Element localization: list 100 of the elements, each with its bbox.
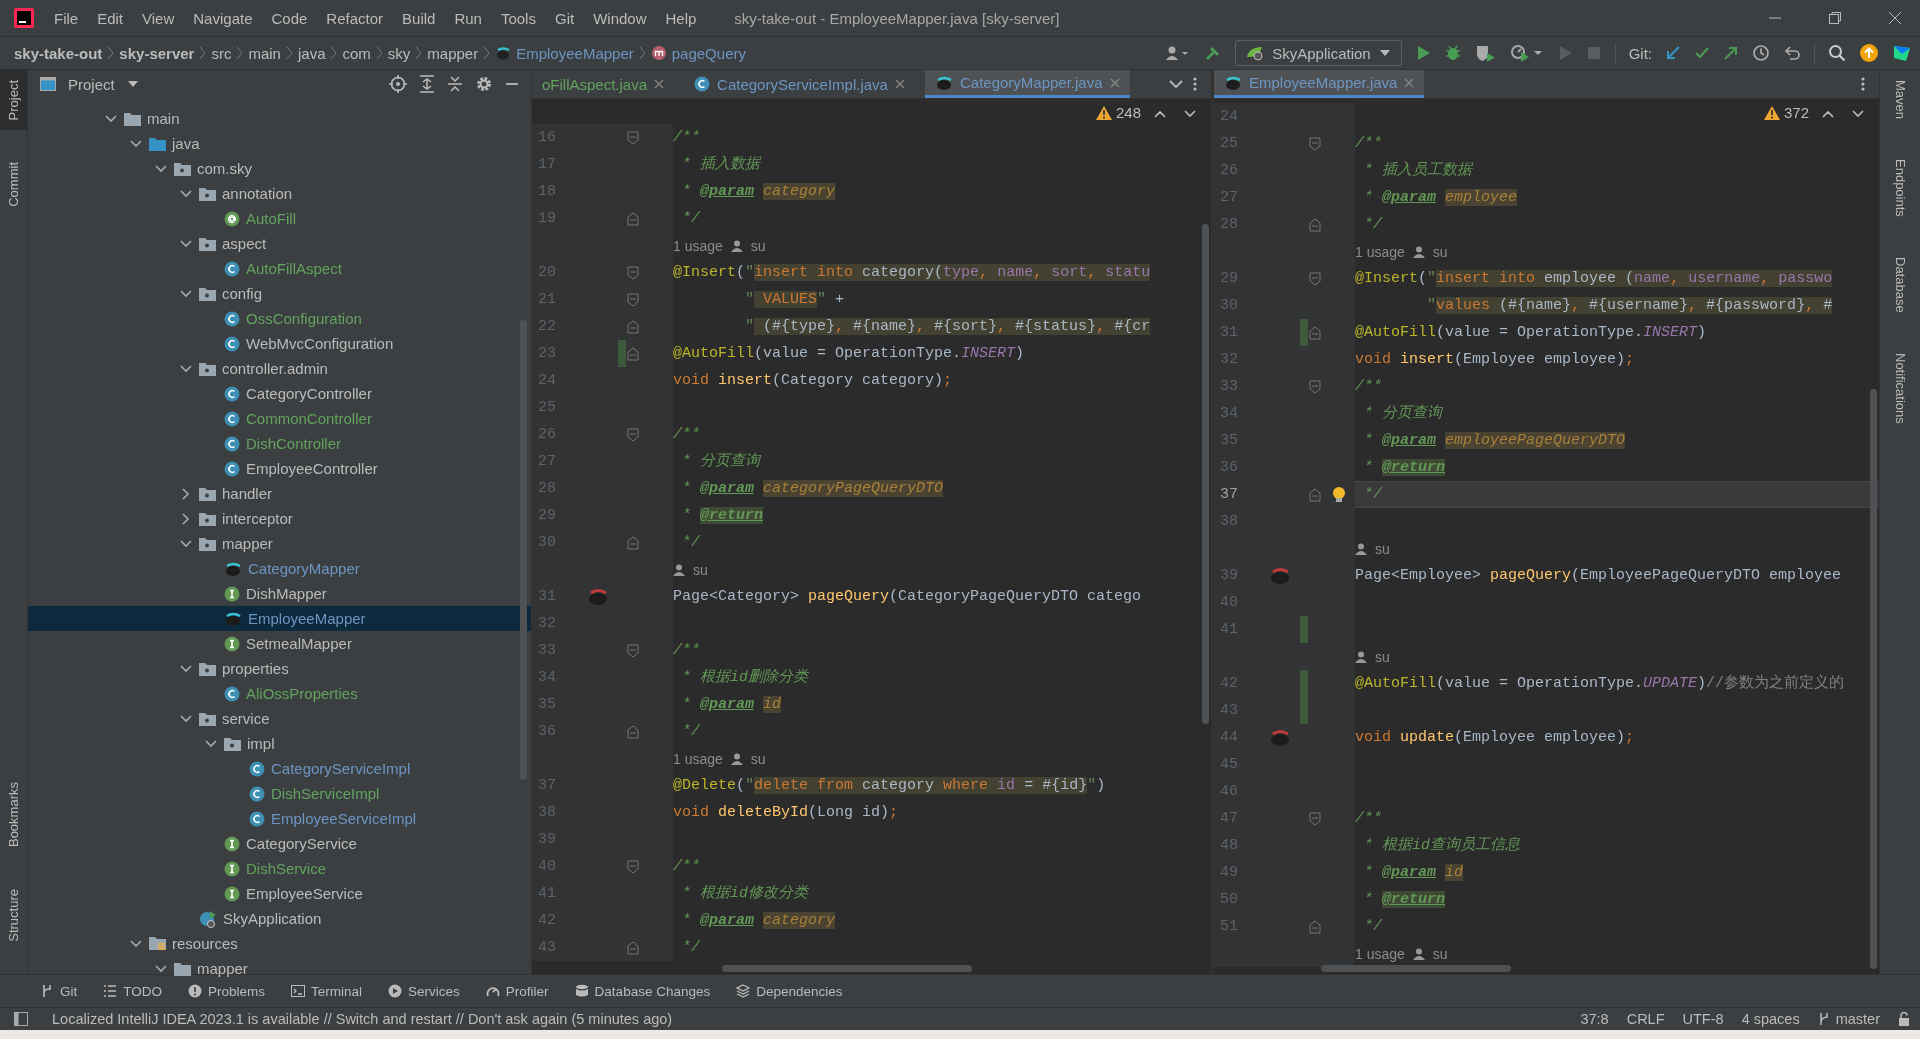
- fold-icon[interactable]: [627, 859, 639, 874]
- search-icon[interactable]: [1828, 44, 1846, 62]
- menu-item[interactable]: Tools: [500, 9, 536, 27]
- menu-item[interactable]: Git: [554, 9, 575, 27]
- navigate-arrows-icon[interactable]: [1821, 108, 1865, 120]
- tree-item[interactable]: DishServiceImpl: [28, 781, 531, 806]
- caret-position[interactable]: 37:8: [1580, 1011, 1609, 1027]
- fold-icon[interactable]: [1309, 379, 1321, 394]
- warnings-counter[interactable]: 372: [1763, 104, 1809, 121]
- usages-hint[interactable]: 1 usage: [1355, 945, 1405, 962]
- author-hint[interactable]: su: [1375, 648, 1390, 665]
- breadcrumb[interactable]: mapper: [427, 44, 479, 62]
- breadcrumb[interactable]: com: [342, 44, 371, 62]
- tree-item[interactable]: AliOssProperties: [28, 681, 531, 706]
- scrollbar-thumb[interactable]: [1870, 389, 1877, 969]
- menu-item[interactable]: Help: [665, 9, 697, 27]
- expand-all-icon[interactable]: [419, 75, 435, 93]
- menu-item[interactable]: View: [142, 9, 175, 27]
- unfold-icon[interactable]: [627, 211, 639, 226]
- tree-item[interactable]: CategoryController: [28, 381, 531, 406]
- collapse-all-icon[interactable]: [447, 75, 463, 93]
- tool-window-tab[interactable]: Project: [0, 70, 27, 131]
- breadcrumb[interactable]: java: [297, 44, 326, 62]
- git-branch[interactable]: master: [1835, 1011, 1880, 1027]
- chevron-down-icon[interactable]: [1169, 79, 1183, 89]
- tree-item[interactable]: SkyApplication: [28, 906, 531, 931]
- status-message[interactable]: Localized IntelliJ IDEA 2023.1 is available // Switch and restart // Don't ask again (5 minutes ago): [52, 1011, 673, 1027]
- update-arrow-icon[interactable]: [1665, 45, 1681, 61]
- tree-item[interactable]: EmployeeServiceImpl: [28, 806, 531, 831]
- toolbox-logo-icon[interactable]: [1892, 43, 1912, 63]
- tool-window-button[interactable]: Services: [388, 983, 460, 999]
- coverage-icon[interactable]: [1474, 44, 1497, 62]
- menu-item[interactable]: Build: [402, 9, 436, 27]
- unfold-icon[interactable]: [627, 724, 639, 739]
- menu-item[interactable]: File: [54, 9, 79, 27]
- tree-item[interactable]: resources: [28, 931, 531, 956]
- breadcrumb[interactable]: sky: [387, 44, 411, 62]
- tree-item[interactable]: aspect: [28, 231, 531, 256]
- update-icon[interactable]: [1859, 43, 1879, 63]
- caret-icon[interactable]: [126, 80, 139, 88]
- tree-item[interactable]: CategoryServiceImpl: [28, 756, 531, 781]
- fold-icon[interactable]: [627, 265, 639, 280]
- unfold-icon[interactable]: [627, 319, 639, 334]
- tree-item[interactable]: SetmealMapper: [28, 631, 531, 656]
- usages-hint[interactable]: 1 usage: [673, 750, 723, 767]
- menu-item[interactable]: Edit: [97, 9, 124, 27]
- lock-icon[interactable]: [1898, 1012, 1910, 1026]
- settings-icon[interactable]: [475, 75, 493, 93]
- tool-window-button[interactable]: Git: [40, 983, 78, 999]
- author-hint[interactable]: su: [1375, 540, 1390, 557]
- scrollbar-thumb[interactable]: [1321, 965, 1511, 972]
- close-icon[interactable]: [654, 79, 665, 89]
- debug-icon[interactable]: [1443, 44, 1462, 62]
- breadcrumb[interactable]: main: [248, 44, 281, 62]
- check-icon[interactable]: [1694, 45, 1710, 61]
- unfold-icon[interactable]: [1309, 325, 1321, 340]
- tree-item[interactable]: OssConfiguration: [28, 306, 531, 331]
- unfold-icon[interactable]: [627, 535, 639, 550]
- author-hint[interactable]: su: [693, 561, 708, 578]
- breadcrumb[interactable]: src: [211, 44, 232, 62]
- stop-icon[interactable]: [1585, 45, 1602, 61]
- tree-item[interactable]: AutoFillAspect: [28, 256, 531, 281]
- usages-hint[interactable]: 1 usage: [673, 237, 723, 254]
- tree-item[interactable]: service: [28, 706, 531, 731]
- scrollbar-thumb[interactable]: [520, 320, 527, 780]
- scrollbar-thumb[interactable]: [1202, 224, 1209, 724]
- tool-window-tab[interactable]: Endpoints: [1892, 159, 1908, 217]
- panel-title[interactable]: Project: [68, 75, 115, 93]
- unfold-icon[interactable]: [1309, 487, 1321, 502]
- tree-item[interactable]: config: [28, 281, 531, 306]
- unfold-icon[interactable]: [627, 940, 639, 955]
- line-separator[interactable]: CRLF: [1626, 1011, 1665, 1027]
- tree-item[interactable]: impl: [28, 731, 531, 756]
- breadcrumb[interactable]: sky-server: [119, 44, 195, 62]
- menu-item[interactable]: Refactor: [326, 9, 384, 27]
- unfold-icon[interactable]: [1309, 919, 1321, 934]
- tree-item[interactable]: interceptor: [28, 506, 531, 531]
- change-marker[interactable]: [1300, 319, 1308, 346]
- locate-icon[interactable]: [389, 75, 407, 93]
- tree-item[interactable]: CategoryMapper: [28, 556, 531, 581]
- rollback-icon[interactable]: [1783, 44, 1801, 62]
- tree-item[interactable]: DishService: [28, 856, 531, 881]
- tree-item[interactable]: main: [28, 106, 531, 131]
- change-marker[interactable]: [1300, 616, 1308, 643]
- tree-item[interactable]: EmployeeService: [28, 881, 531, 906]
- tree-item[interactable]: CategoryService: [28, 831, 531, 856]
- menu-item[interactable]: Code: [271, 9, 308, 27]
- tree-item[interactable]: java: [28, 131, 531, 156]
- history-icon[interactable]: [1752, 44, 1770, 62]
- breadcrumb[interactable]: sky-take-out: [14, 44, 103, 62]
- author-hint[interactable]: su: [750, 750, 766, 767]
- tree-item[interactable]: handler: [28, 481, 531, 506]
- more-icon[interactable]: [1193, 77, 1197, 91]
- fold-icon[interactable]: [1309, 271, 1321, 286]
- panel-toggle-icon[interactable]: [14, 1012, 28, 1026]
- tool-window-button[interactable]: Terminal: [291, 983, 363, 999]
- fold-icon[interactable]: [627, 292, 639, 307]
- fold-icon[interactable]: [1309, 136, 1321, 151]
- close-icon[interactable]: [1888, 11, 1902, 25]
- profiler-icon[interactable]: [1509, 44, 1544, 62]
